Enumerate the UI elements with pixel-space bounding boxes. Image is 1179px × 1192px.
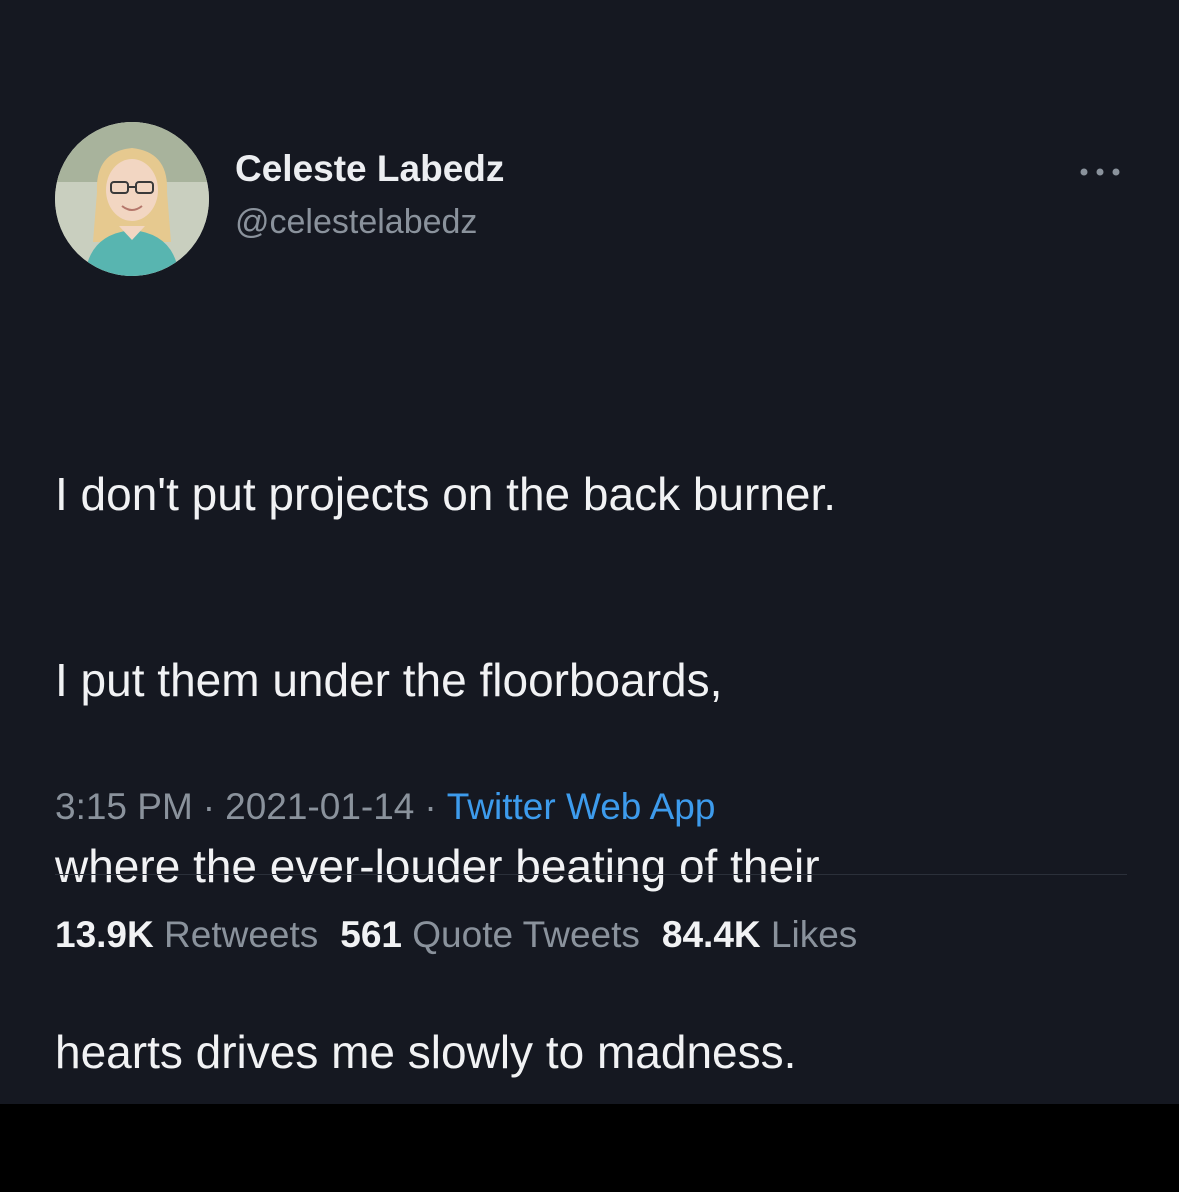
meta-separator: ·: [424, 786, 437, 827]
profile-photo-icon: [55, 122, 209, 276]
tweet-text-line: I don't put projects on the back burner.: [55, 468, 837, 520]
quote-tweets-count: 561: [340, 914, 402, 955]
likes-label: Likes: [770, 914, 858, 955]
likes-count: 84.4K: [661, 914, 761, 955]
more-options-button[interactable]: [1072, 155, 1128, 189]
quote-tweets-stat[interactable]: 561 Quote Tweets: [340, 914, 640, 955]
retweets-count: 13.9K: [55, 914, 154, 955]
tweet-stats: 13.9K Retweets 561 Quote Tweets 84.4K Like…: [55, 914, 879, 956]
author-handle[interactable]: @celestelabedz: [235, 203, 477, 242]
tweet-time[interactable]: 3:15 PM: [55, 786, 193, 827]
tweet-text: I don't put projects on the back burner.…: [55, 355, 1155, 1192]
quote-tweets-label: Quote Tweets: [412, 914, 640, 955]
tweet-text-line: where the ever-louder beating of their: [55, 840, 820, 892]
tweet-source-link[interactable]: Twitter Web App: [447, 786, 716, 827]
tweet-text-line: I put them under the floorboards,: [55, 654, 723, 706]
retweets-stat[interactable]: 13.9K Retweets: [55, 914, 318, 955]
meta-separator: ·: [202, 786, 216, 827]
avatar[interactable]: [55, 122, 209, 276]
tweet-meta: 3:15 PM · 2021-01-14 · Twitter Web App: [55, 786, 715, 828]
tweet-card: Celeste Labedz @celestelabedz I don't pu…: [0, 0, 1179, 1104]
likes-stat[interactable]: 84.4K Likes: [662, 914, 857, 955]
retweets-label: Retweets: [164, 914, 319, 955]
divider: [55, 874, 1127, 875]
tweet-text-line: hearts drives me slowly to madness.: [55, 1026, 797, 1078]
more-options-icon: [1080, 168, 1120, 176]
tweet-date[interactable]: 2021-01-14: [225, 786, 414, 827]
author-display-name[interactable]: Celeste Labedz: [235, 148, 504, 190]
